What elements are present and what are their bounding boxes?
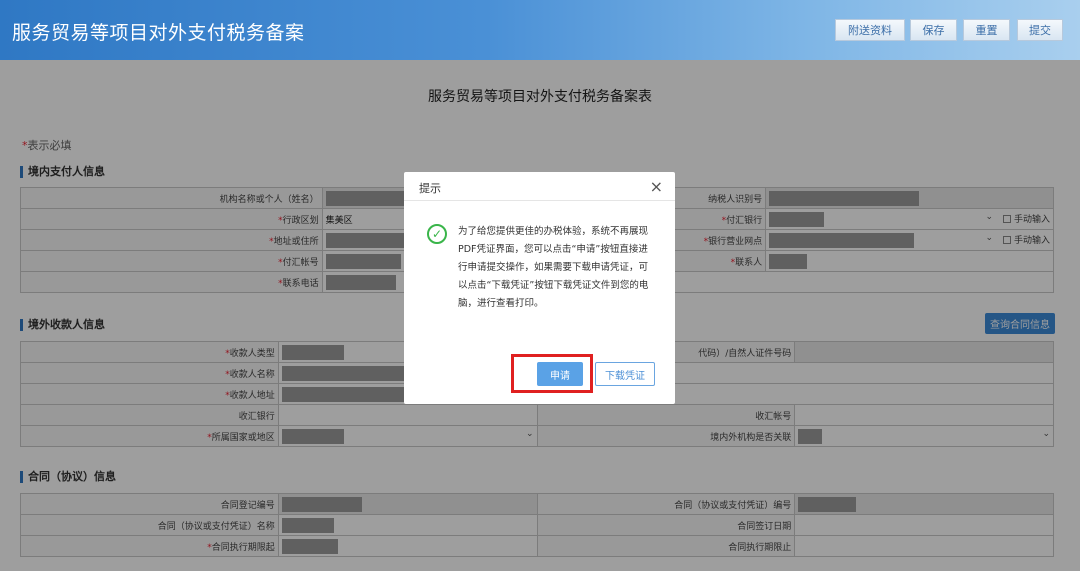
attach-materials-button[interactable]: 附送资料 (835, 19, 905, 41)
dialog-title: 提示 (419, 182, 441, 195)
download-voucher-button[interactable]: 下载凭证 (595, 362, 655, 386)
app-title: 服务贸易等项目对外支付税务备案 (12, 22, 305, 44)
submit-button[interactable]: 提交 (1017, 19, 1063, 41)
dialog-message: 为了给您提供更佳的办税体验，系统不再展现PDF凭证界面，您可以点击“申请”按钮直… (458, 226, 649, 309)
apply-button[interactable]: 申请 (537, 362, 583, 386)
reset-button[interactable]: 重置 (963, 19, 1010, 41)
app-header: 服务贸易等项目对外支付税务备案 附送资料 保存 重置 提交 (0, 0, 1080, 60)
notice-dialog: 提示 × ✓ 为了给您提供更佳的办税体验，系统不再展现PDF凭证界面，您可以点击… (404, 172, 675, 404)
close-icon[interactable]: × (650, 177, 663, 196)
check-circle-icon: ✓ (427, 224, 447, 244)
dialog-header: 提示 × (404, 172, 675, 201)
save-button[interactable]: 保存 (910, 19, 957, 41)
